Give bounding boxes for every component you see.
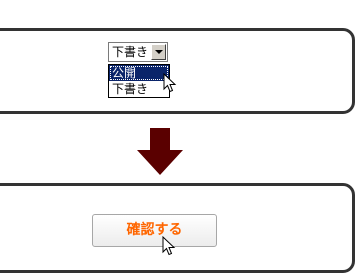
chevron-down-icon[interactable]	[151, 44, 166, 60]
option-draft[interactable]: 下書き	[109, 81, 169, 97]
visibility-select[interactable]: 下書き	[108, 42, 168, 62]
confirm-button[interactable]: 確認する	[92, 214, 217, 247]
down-arrow-icon	[137, 128, 183, 175]
mouse-cursor-icon	[163, 73, 177, 93]
visibility-options-list: 公開 下書き	[108, 64, 170, 98]
select-step-panel	[0, 28, 355, 114]
visibility-select-value: 下書き	[112, 45, 149, 59]
mouse-cursor-icon	[162, 236, 176, 256]
option-public[interactable]: 公開	[109, 65, 169, 81]
